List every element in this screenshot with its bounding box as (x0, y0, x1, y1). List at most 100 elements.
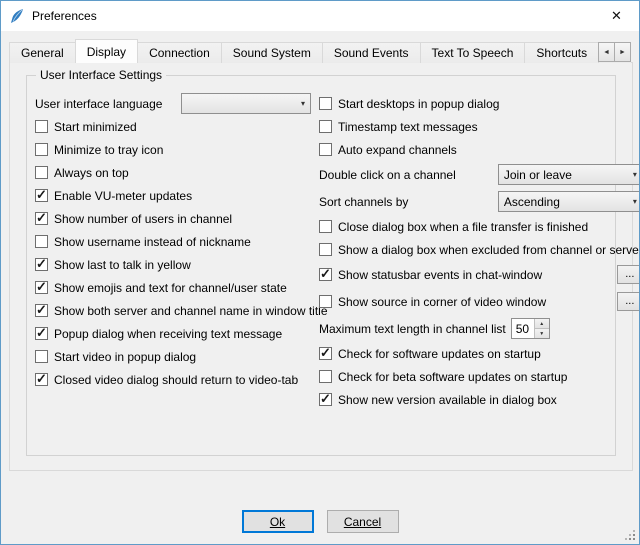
tab-scroll-left-icon[interactable]: ◄ (598, 42, 615, 62)
checkbox-row-check-beta-updates[interactable]: Check for beta software updates on start… (319, 365, 640, 388)
language-combobox[interactable]: ▾ (181, 93, 311, 114)
double-click-value: Join or leave (504, 168, 627, 182)
left-column: User interface language ▾ Start minimize… (35, 92, 311, 411)
checkbox-label: Show source in corner of video window (338, 295, 546, 309)
sort-channels-combobox[interactable]: Ascending ▾ (498, 191, 640, 212)
tab-display[interactable]: Display (75, 39, 138, 63)
checkbox[interactable] (35, 143, 48, 156)
checkbox[interactable] (35, 166, 48, 179)
checkbox-label: Check for beta software updates on start… (338, 370, 567, 384)
checkbox-label: Closed video dialog should return to vid… (54, 373, 298, 387)
tab-sound-system[interactable]: Sound System (221, 42, 323, 63)
window-title: Preferences (32, 9, 97, 23)
display-tab-panel: User Interface Settings User interface l… (9, 62, 633, 471)
checkbox-label: Minimize to tray icon (54, 143, 163, 157)
max-text-length-spinner[interactable]: 50 ▲ ▼ (511, 318, 550, 339)
cancel-button[interactable]: Cancel (327, 510, 399, 533)
checkbox-row-desktops-popup[interactable]: Start desktops in popup dialog (319, 92, 640, 115)
checkbox-label: Show new version available in dialog box (338, 393, 557, 407)
checkbox-row-minimize-to-tray[interactable]: Minimize to tray icon (35, 138, 311, 161)
checkbox-row-check-updates[interactable]: Check for software updates on startup (319, 342, 640, 365)
double-click-combobox[interactable]: Join or leave ▾ (498, 164, 640, 185)
checkbox[interactable] (35, 373, 48, 386)
video-source-browse-button[interactable]: ... (617, 292, 640, 311)
checkbox-row-statusbar-events[interactable]: Show statusbar events in chat-window ... (319, 261, 640, 288)
tab-connection[interactable]: Connection (137, 42, 222, 63)
checkbox[interactable] (35, 235, 48, 248)
checkbox-row-show-emojis[interactable]: Show emojis and text for channel/user st… (35, 276, 311, 299)
group-user-interface-settings: User Interface Settings User interface l… (26, 75, 616, 456)
group-title: User Interface Settings (36, 68, 166, 82)
checkbox-row-auto-expand-channels[interactable]: Auto expand channels (319, 138, 640, 161)
checkbox-row-popup-text-message[interactable]: Popup dialog when receiving text message (35, 322, 311, 345)
checkbox[interactable] (35, 304, 48, 317)
checkbox[interactable] (35, 120, 48, 133)
right-column: Start desktops in popup dialog Timestamp… (319, 92, 640, 411)
double-click-row: Double click on a channel Join or leave … (319, 161, 640, 188)
checkbox-row-vu-meter-updates[interactable]: Enable VU-meter updates (35, 184, 311, 207)
checkbox-label: Auto expand channels (338, 143, 457, 157)
checkbox-row-always-on-top[interactable]: Always on top (35, 161, 311, 184)
checkbox[interactable] (319, 220, 332, 233)
checkbox-row-show-username[interactable]: Show username instead of nickname (35, 230, 311, 253)
tab-scroll-right-icon[interactable]: ► (614, 42, 631, 62)
dialog-buttons: Ok Cancel (1, 510, 639, 533)
checkbox[interactable] (319, 268, 332, 281)
max-text-length-label: Maximum text length in channel list (319, 322, 506, 336)
checkbox-label: Show statusbar events in chat-window (338, 268, 542, 282)
spinner-buttons: ▲ ▼ (534, 319, 549, 338)
max-text-length-value[interactable]: 50 (512, 319, 534, 338)
tab-bar: General Display Connection Sound System … (9, 39, 631, 63)
checkbox-row-close-on-transfer[interactable]: Close dialog box when a file transfer is… (319, 215, 640, 238)
ok-button-label: Ok (270, 515, 285, 529)
checkbox[interactable] (319, 120, 332, 133)
checkbox[interactable] (35, 281, 48, 294)
checkbox[interactable] (319, 97, 332, 110)
checkbox[interactable] (319, 295, 332, 308)
checkbox[interactable] (35, 327, 48, 340)
chevron-down-icon: ▾ (627, 170, 637, 179)
spin-up-icon[interactable]: ▲ (535, 319, 549, 328)
checkbox[interactable] (319, 393, 332, 406)
checkbox[interactable] (319, 243, 332, 256)
checkbox-row-new-version-dialog[interactable]: Show new version available in dialog box (319, 388, 640, 411)
checkbox-row-show-user-count[interactable]: Show number of users in channel (35, 207, 311, 230)
checkbox-label: Show last to talk in yellow (54, 258, 191, 272)
checkbox-label: Check for software updates on startup (338, 347, 541, 361)
statusbar-events-browse-button[interactable]: ... (617, 265, 640, 284)
checkbox[interactable] (319, 370, 332, 383)
spin-down-icon[interactable]: ▼ (535, 328, 549, 338)
checkbox-row-timestamp-messages[interactable]: Timestamp text messages (319, 115, 640, 138)
ok-button[interactable]: Ok (242, 510, 314, 533)
checkbox-label: Start minimized (54, 120, 137, 134)
checkbox-row-video-return-tab[interactable]: Closed video dialog should return to vid… (35, 368, 311, 391)
checkbox-row-excluded-dialog[interactable]: Show a dialog box when excluded from cha… (319, 238, 640, 261)
checkbox-row-last-to-talk[interactable]: Show last to talk in yellow (35, 253, 311, 276)
checkbox[interactable] (319, 143, 332, 156)
checkbox-row-start-minimized[interactable]: Start minimized (35, 115, 311, 138)
checkbox[interactable] (35, 212, 48, 225)
checkbox-row-video-source-corner[interactable]: Show source in corner of video window ..… (319, 288, 640, 315)
checkbox[interactable] (35, 258, 48, 271)
checkbox-label: Always on top (54, 166, 129, 180)
checkbox-label: Popup dialog when receiving text message (54, 327, 282, 341)
checkbox-label: Enable VU-meter updates (54, 189, 192, 203)
checkbox-label: Start desktops in popup dialog (338, 97, 499, 111)
settings-columns: User interface language ▾ Start minimize… (35, 92, 607, 411)
checkbox[interactable] (319, 347, 332, 360)
double-click-label: Double click on a channel (319, 168, 456, 182)
tab-sound-events[interactable]: Sound Events (322, 42, 421, 63)
language-label: User interface language (35, 97, 162, 111)
sort-channels-value: Ascending (504, 195, 627, 209)
checkbox-row-server-channel-title[interactable]: Show both server and channel name in win… (35, 299, 311, 322)
tab-general[interactable]: General (9, 42, 76, 63)
checkbox-row-video-popup[interactable]: Start video in popup dialog (35, 345, 311, 368)
checkbox-label: Close dialog box when a file transfer is… (338, 220, 588, 234)
close-icon[interactable]: ✕ (594, 1, 639, 30)
tab-text-to-speech[interactable]: Text To Speech (420, 42, 526, 63)
resize-grip[interactable] (623, 528, 635, 540)
tab-shortcuts[interactable]: Shortcuts (524, 42, 599, 63)
checkbox[interactable] (35, 350, 48, 363)
checkbox[interactable] (35, 189, 48, 202)
titlebar[interactable]: Preferences ✕ (1, 1, 639, 31)
